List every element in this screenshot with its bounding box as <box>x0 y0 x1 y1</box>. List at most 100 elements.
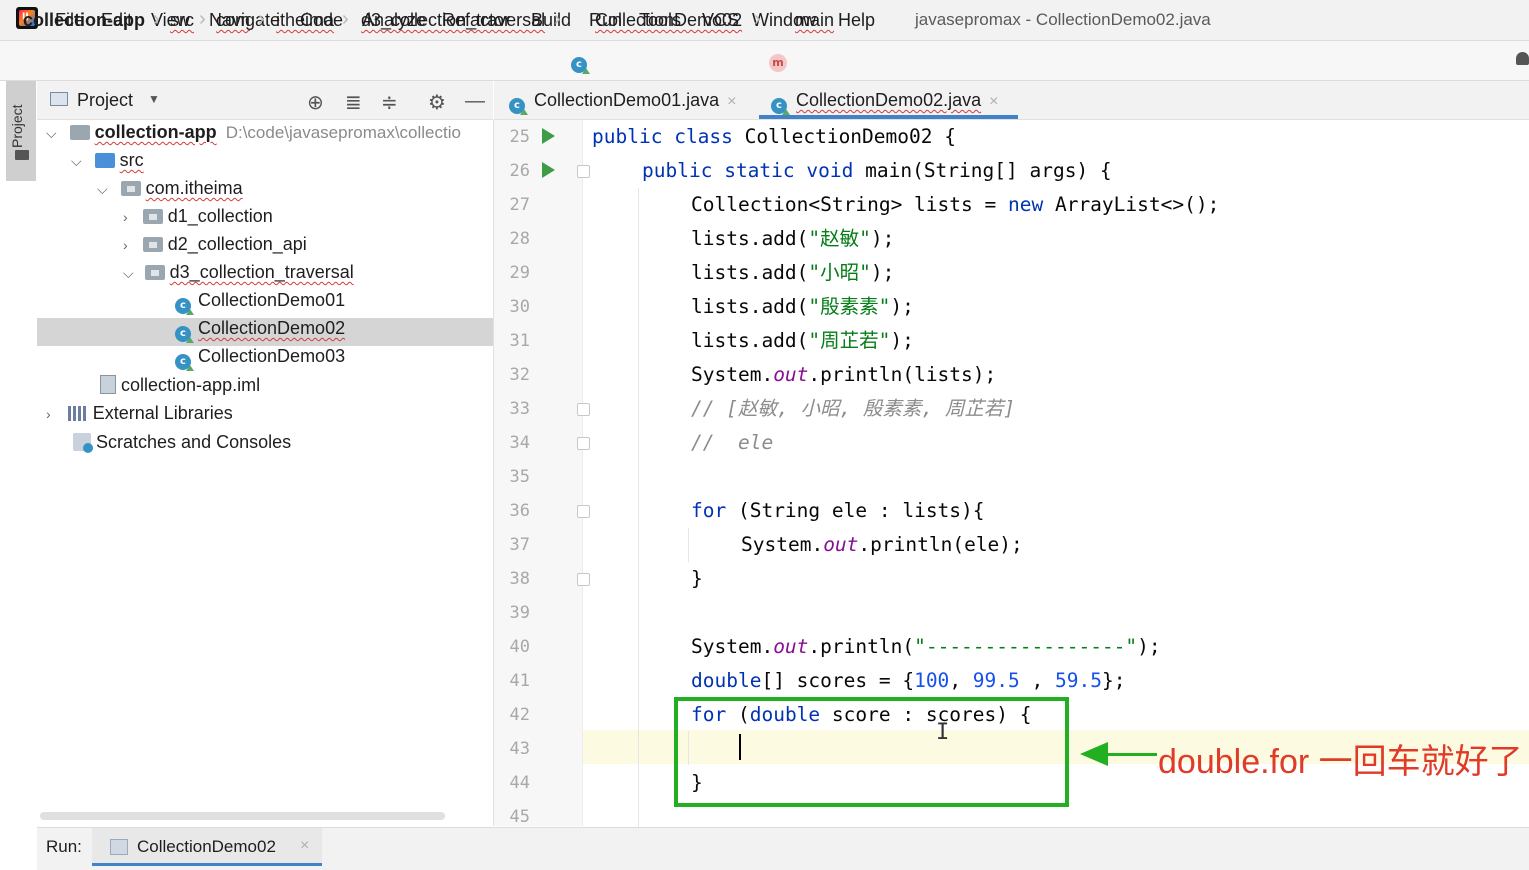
code-line-33[interactable]: // [赵敏, 小昭, 殷素素, 周芷若] <box>691 392 1015 426</box>
tree-item-scratches[interactable]: Scratches and Consoles <box>73 432 291 460</box>
tree-item-collectiondemo03[interactable]: c CollectionDemo03 <box>175 346 345 374</box>
breadcrumb-com[interactable]: com <box>216 10 250 31</box>
highlight-box <box>674 697 1069 807</box>
code-line-38[interactable]: } <box>691 562 703 596</box>
tree-item-d1-collection[interactable]: › d1_collection <box>123 206 273 234</box>
tree-item-label: com.itheima <box>145 178 243 198</box>
tree-item-label: CollectionDemo03 <box>198 346 346 366</box>
line-number: 40 <box>509 637 530 657</box>
chevron-right-icon[interactable]: › <box>46 406 51 422</box>
tab-label: CollectionDemo01.java <box>534 90 720 110</box>
tree-item-collectiondemo02[interactable]: c CollectionDemo02 <box>175 318 345 346</box>
comment: // [赵敏, 小昭, 殷素素, 周芷若] <box>691 397 1016 420</box>
code-line-25[interactable]: public class CollectionDemo02 { <box>592 120 956 154</box>
menu-help[interactable]: Help <box>838 10 875 31</box>
tree-item-com-itheima[interactable]: ⌵ com.itheima <box>97 178 243 206</box>
expand-all-icon[interactable]: ≣ <box>345 90 362 115</box>
navigation-bar <box>0 41 1529 81</box>
string-literal: "小昭" <box>808 261 871 284</box>
code-line-41[interactable]: double[] scores = {100, 99.5 , 59.5}; <box>691 664 1125 698</box>
fold-marker-icon[interactable] <box>577 505 590 518</box>
code-text: } <box>691 567 703 590</box>
code-text: (String ele : lists){ <box>726 499 985 522</box>
code-line-32[interactable]: System.out.println(lists); <box>691 358 996 392</box>
run-tab-label[interactable]: CollectionDemo02 <box>137 837 276 857</box>
code-text: ); <box>1137 635 1161 658</box>
arrow-head-icon <box>1080 742 1108 766</box>
code-text: , <box>1019 669 1055 692</box>
fold-marker-icon[interactable] <box>577 165 590 178</box>
string-literal: "周芷若" <box>808 329 891 352</box>
chevron-down-icon[interactable]: ⌵ <box>71 153 82 169</box>
code-line-29[interactable]: lists.add("小昭"); <box>691 256 894 290</box>
project-stripe-label[interactable]: Project <box>9 88 33 148</box>
horizontal-scrollbar[interactable] <box>40 812 445 820</box>
tree-item-d3-collection-traversal[interactable]: ⌵ d3_collection_traversal <box>123 262 354 290</box>
chevron-right-icon[interactable]: › <box>123 237 128 253</box>
tree-item-d2-collection-api[interactable]: › d2_collection_api <box>123 234 307 262</box>
chevron-down-icon[interactable]: ⌵ <box>123 265 134 281</box>
string-literal: "殷素素" <box>808 295 891 318</box>
code-text: lists.add( <box>691 295 809 318</box>
tree-item-label: CollectionDemo02 <box>198 318 346 338</box>
chevron-down-icon[interactable]: ▼ <box>148 92 160 106</box>
code-text: ); <box>870 227 895 250</box>
tab-collectiondemo02[interactable]: c CollectionDemo02.java × <box>771 81 998 119</box>
breadcrumb-class[interactable]: CollectionDemo02 <box>595 10 742 31</box>
code-line-31[interactable]: lists.add("周芷若"); <box>691 324 914 358</box>
minimize-icon[interactable]: — <box>465 90 485 113</box>
breadcrumb-method[interactable]: main <box>795 10 834 31</box>
code-text: ArrayList<>(); <box>1043 193 1220 216</box>
breadcrumb-separator: › <box>153 8 160 30</box>
keyword: double <box>691 669 762 692</box>
user-icon[interactable] <box>1516 52 1529 65</box>
code-line-28[interactable]: lists.add("赵敏"); <box>691 222 894 256</box>
breadcrumb-project[interactable]: collection-app <box>23 10 145 31</box>
breadcrumb-src[interactable]: src <box>170 10 194 31</box>
number-literal: 59.5 <box>1055 669 1102 692</box>
locate-icon[interactable]: ⊕ <box>307 90 324 115</box>
code-line-37[interactable]: System.out.println(ele); <box>741 528 1023 562</box>
chevron-right-icon[interactable]: › <box>123 209 128 225</box>
line-number: 38 <box>509 569 530 589</box>
line-number: 28 <box>509 229 530 249</box>
line-number: 25 <box>509 127 530 147</box>
close-icon[interactable]: × <box>300 837 309 855</box>
line-number: 26 <box>509 161 530 181</box>
tree-item-external-libraries[interactable]: › External Libraries <box>46 403 233 431</box>
run-label: Run: <box>46 837 82 856</box>
code-line-36[interactable]: for (String ele : lists){ <box>691 494 985 528</box>
tab-label: CollectionDemo02.java <box>796 90 982 110</box>
project-pane-title[interactable]: Project <box>77 90 133 111</box>
fold-marker-icon[interactable] <box>577 573 590 586</box>
gear-icon[interactable]: ⚙ <box>428 90 446 115</box>
indent-guide <box>638 188 639 828</box>
tab-collectiondemo01[interactable]: c CollectionDemo01.java × <box>509 81 736 119</box>
breadcrumb-itheima[interactable]: itheima <box>276 10 334 31</box>
code-line-34[interactable]: // ele <box>691 426 773 460</box>
tree-item-src[interactable]: ⌵ src <box>71 150 144 178</box>
code-line-26[interactable]: public static void main(String[] args) { <box>642 154 1112 188</box>
tree-item-collection-app[interactable]: ⌵ collection-app D:\code\javasepromax\co… <box>46 122 461 150</box>
code-line-27[interactable]: Collection<String> lists = new ArrayList… <box>691 188 1219 222</box>
code-line-40[interactable]: System.out.println("-----------------"); <box>691 630 1161 664</box>
chevron-down-icon[interactable]: ⌵ <box>97 181 108 197</box>
tree-item-collectiondemo01[interactable]: c CollectionDemo01 <box>175 290 345 318</box>
close-icon[interactable]: × <box>727 93 736 110</box>
line-number: 32 <box>509 365 530 385</box>
code-text: }; <box>1101 669 1126 692</box>
close-icon[interactable]: × <box>989 93 998 110</box>
collapse-all-icon[interactable]: ≑ <box>381 90 398 115</box>
line-number: 33 <box>509 399 530 419</box>
run-arrow-icon[interactable] <box>542 162 555 178</box>
code-line-30[interactable]: lists.add("殷素素"); <box>691 290 914 324</box>
code-text: System. <box>741 533 824 556</box>
chevron-down-icon[interactable]: ⌵ <box>46 125 57 141</box>
fold-marker-icon[interactable] <box>577 403 590 416</box>
run-arrow-icon[interactable] <box>542 128 555 144</box>
breadcrumb-package[interactable]: d3_collection_traversal <box>361 10 545 31</box>
fold-marker-icon[interactable] <box>577 437 590 450</box>
tree-item-label: src <box>119 150 144 170</box>
tree-item-iml-file[interactable]: collection-app.iml <box>100 375 260 403</box>
breadcrumb-separator: › <box>754 8 761 30</box>
